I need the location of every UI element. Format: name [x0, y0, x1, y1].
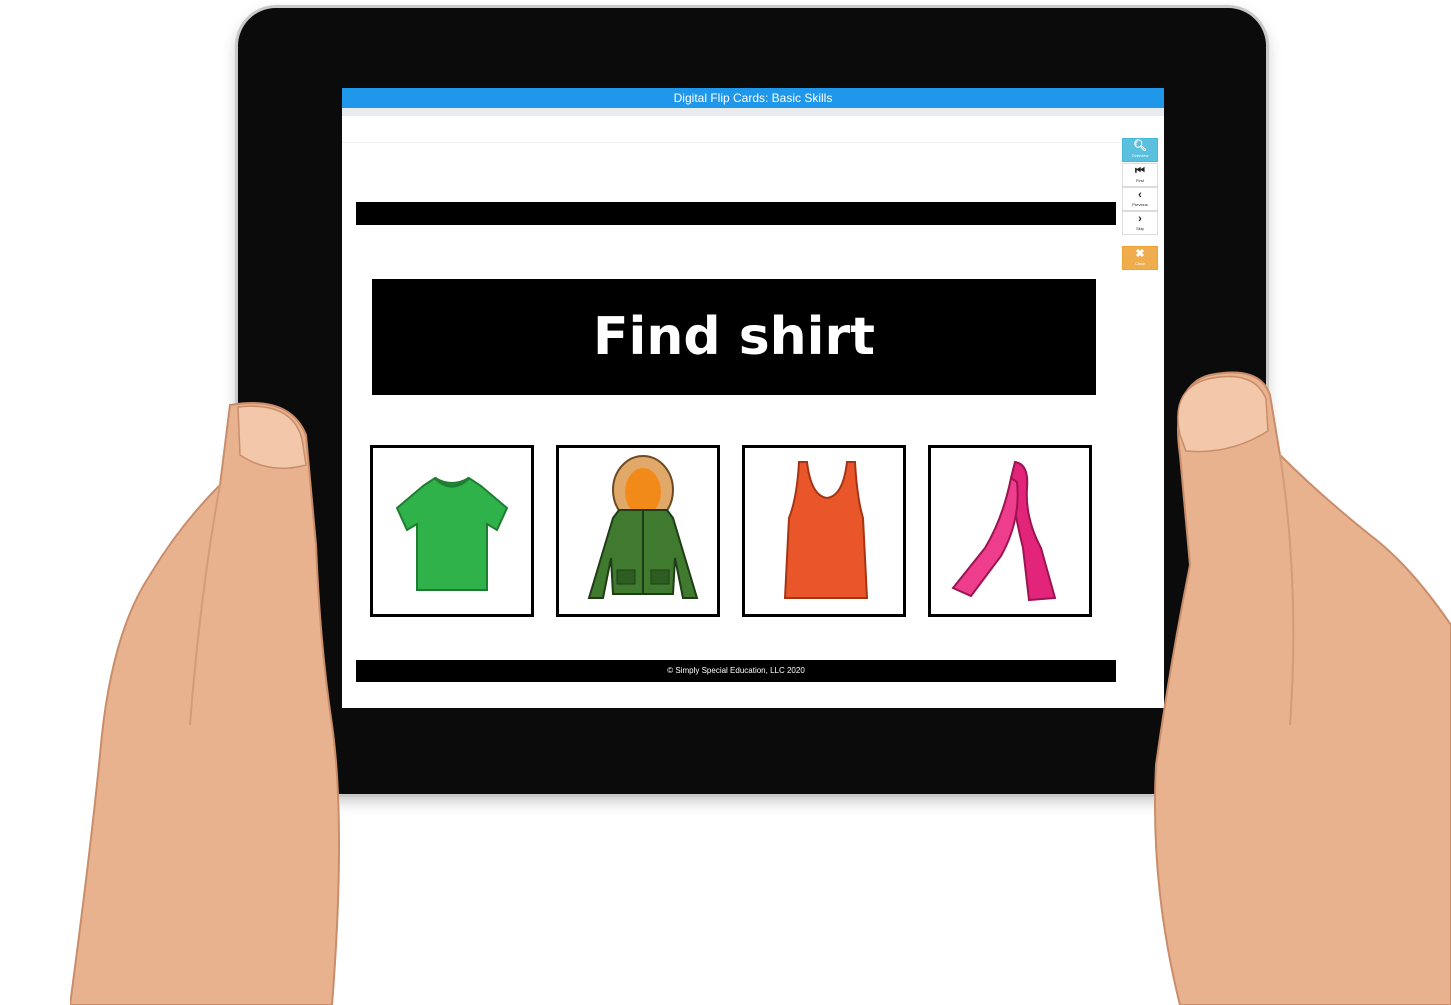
overview-button[interactable]: 🔍︎ Overview: [1122, 138, 1158, 162]
close-icon: ✖: [1135, 248, 1145, 260]
close-button[interactable]: ✖ Close: [1122, 246, 1158, 270]
chevron-right-icon: ›: [1138, 213, 1142, 225]
previous-button[interactable]: ‹ Previous: [1122, 187, 1158, 211]
sub-toolbar: [342, 108, 1164, 116]
choice-card-jacket[interactable]: [556, 445, 720, 617]
tank-top-image: [783, 461, 869, 599]
choice-card-scarf[interactable]: [928, 445, 1092, 617]
t-shirt-image: [395, 476, 509, 591]
skip-first-icon: ⏮: [1135, 165, 1145, 177]
prompt-text: Find shirt: [593, 307, 875, 367]
right-hand: [1154, 371, 1451, 1005]
app-screen: Digital Flip Cards: Basic Skills Find sh…: [342, 88, 1164, 708]
skip-button[interactable]: › Skip: [1122, 211, 1158, 235]
divider: [342, 142, 1120, 143]
window-title: Digital Flip Cards: Basic Skills: [342, 88, 1164, 108]
search-icon: 🔍︎: [1133, 140, 1147, 152]
jacket-image: [587, 455, 699, 599]
copyright-footer: © Simply Special Education, LLC 2020: [356, 660, 1116, 682]
chevron-left-icon: ‹: [1138, 189, 1142, 201]
left-hand: [70, 402, 340, 1005]
header-band: [356, 202, 1116, 225]
choice-card-tank-top[interactable]: [742, 445, 906, 617]
prompt-banner: Find shirt: [372, 279, 1096, 395]
first-button[interactable]: ⏮ First: [1122, 163, 1158, 187]
choice-card-t-shirt[interactable]: [370, 445, 534, 617]
scarf-image: [951, 460, 1057, 602]
